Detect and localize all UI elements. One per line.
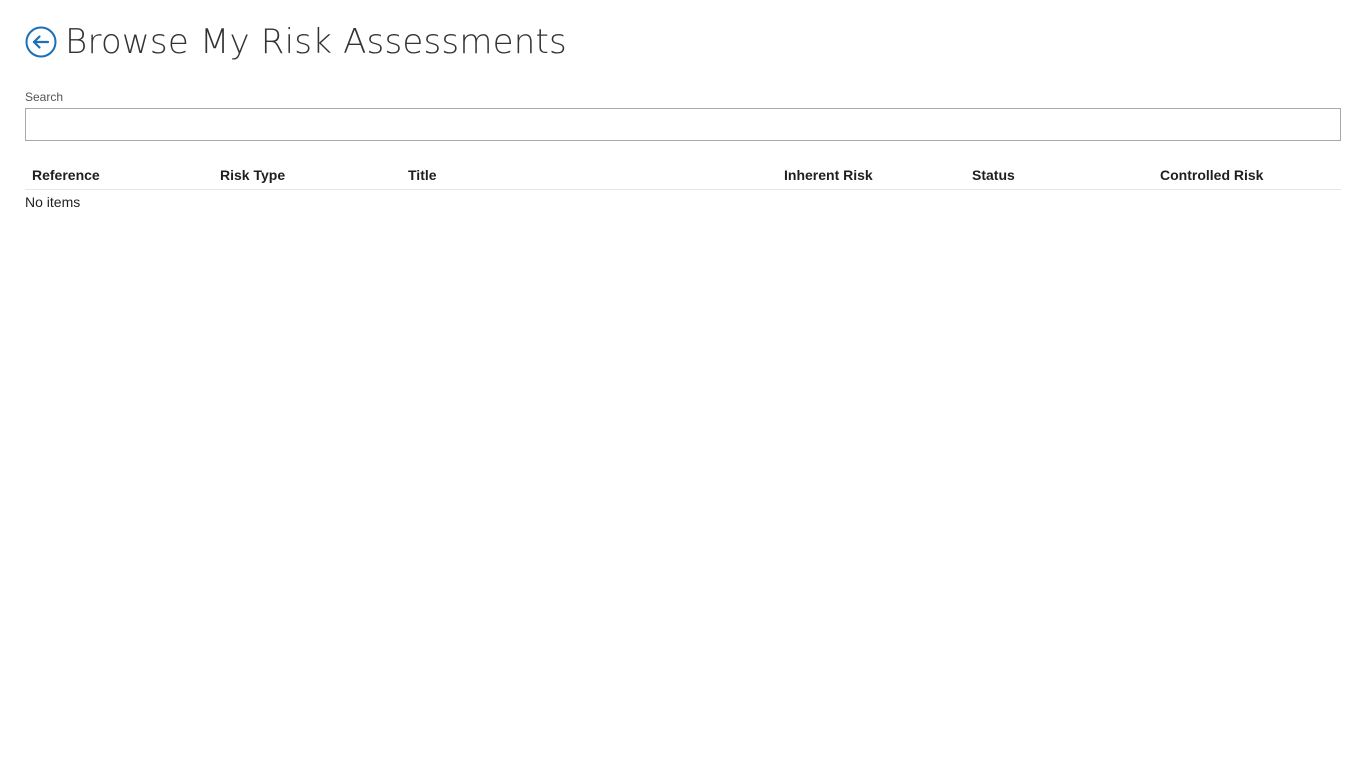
page-title: Browse My Risk Assessments: [65, 22, 567, 62]
page: Browse My Risk Assessments Search Refere…: [0, 0, 1366, 768]
column-header-title[interactable]: Title: [401, 167, 777, 183]
back-button[interactable]: [25, 26, 57, 58]
table-header-row: Reference Risk Type Title Inherent Risk …: [25, 160, 1341, 190]
search-input[interactable]: [25, 108, 1341, 141]
back-arrow-icon: [25, 26, 57, 58]
column-header-risk-type[interactable]: Risk Type: [213, 167, 401, 183]
column-header-inherent-risk[interactable]: Inherent Risk: [777, 167, 965, 183]
column-header-status[interactable]: Status: [965, 167, 1153, 183]
page-header: Browse My Risk Assessments: [25, 20, 567, 64]
risk-assessments-table: Reference Risk Type Title Inherent Risk …: [25, 160, 1341, 211]
column-header-reference[interactable]: Reference: [25, 167, 213, 183]
search-label: Search: [25, 90, 64, 104]
empty-state-message: No items: [25, 194, 81, 210]
column-header-controlled-risk[interactable]: Controlled Risk: [1153, 167, 1341, 183]
